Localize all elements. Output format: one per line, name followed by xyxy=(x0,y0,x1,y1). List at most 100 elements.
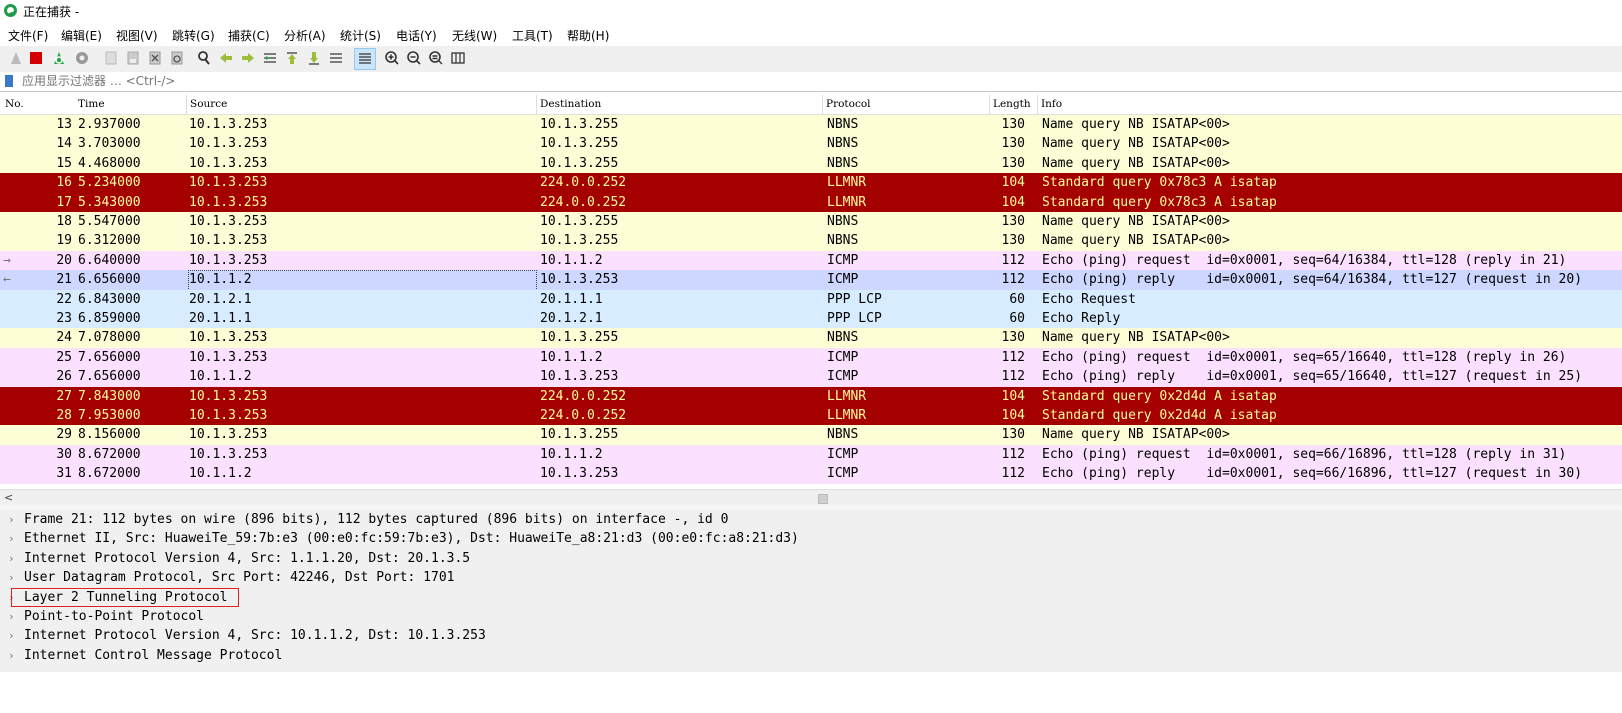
table-row[interactable]: 30 8.672000 10.1.3.253 10.1.1.2 ICMP 112 Echo … xyxy=(0,444,1622,465)
column-header-destination[interactable]: Destination xyxy=(540,98,601,110)
cell-no: 19 xyxy=(56,233,72,249)
detail-tree-item[interactable]: › User Datagram Protocol, Src Port: 42246… xyxy=(0,568,1622,588)
menu-go[interactable]: 跳转(G) xyxy=(172,27,215,44)
cell-time: 4.468000 xyxy=(78,155,141,171)
table-row[interactable]: 25 7.656000 10.1.3.253 10.1.1.2 ICMP 112 Echo … xyxy=(0,347,1622,368)
table-row[interactable]: 27 7.843000 10.1.3.253 224.0.0.252 LLMNR 104 S… xyxy=(0,386,1622,407)
detail-tree-item[interactable]: › Frame 21: 112 bytes on wire (896 bits),… xyxy=(0,510,1622,530)
resize-columns-icon[interactable] xyxy=(450,50,466,66)
cell-destination: 10.1.3.253 xyxy=(540,466,619,482)
chevron-right-icon[interactable]: › xyxy=(8,529,15,549)
last-packet-icon[interactable] xyxy=(306,50,322,66)
menu-view[interactable]: 视图(V) xyxy=(116,27,158,44)
column-header-info[interactable]: Info xyxy=(1041,98,1062,110)
table-row[interactable]: 13 2.937000 10.1.3.253 10.1.3.255 NBNS 130 Nam… xyxy=(0,115,1622,135)
menu-wireless[interactable]: 无线(W) xyxy=(452,27,497,44)
find-packet-icon[interactable] xyxy=(196,50,212,66)
table-row[interactable]: 24 7.078000 10.1.3.253 10.1.3.255 NBNS 130 Nam… xyxy=(0,328,1622,349)
chevron-right-icon[interactable]: › xyxy=(8,607,15,627)
stop-capture-icon[interactable] xyxy=(28,50,44,66)
table-row[interactable]: 17 5.343000 10.1.3.253 224.0.0.252 LLMNR 104 S… xyxy=(0,192,1622,213)
table-row[interactable]: ← 21 6.656000 10.1.1.2 10.1.3.253 ICMP 112 Echo… xyxy=(0,270,1622,292)
cell-info: Name query NB ISATAP<00> xyxy=(1042,233,1230,249)
cell-destination: 224.0.0.252 xyxy=(540,194,627,210)
cell-protocol: LLMNR xyxy=(827,175,867,191)
column-header-length[interactable]: Length xyxy=(993,98,1031,110)
capture-options-icon[interactable] xyxy=(74,50,90,66)
start-capture-icon[interactable] xyxy=(8,50,24,66)
cell-no: 14 xyxy=(56,136,72,152)
go-back-icon[interactable] xyxy=(218,50,234,66)
reload-file-icon[interactable] xyxy=(169,50,185,66)
bookmark-icon[interactable] xyxy=(5,75,13,87)
open-file-icon[interactable] xyxy=(103,50,119,66)
cell-source: 10.1.3.253 xyxy=(189,252,268,268)
table-row[interactable]: 22 6.843000 20.1.2.1 20.1.1.1 PPP LCP 60 Echo … xyxy=(0,289,1622,310)
detail-item-label: Ethernet II, Src: HuaweiTe_59:7b:e3 (00:… xyxy=(24,531,799,547)
table-row[interactable]: 14 3.703000 10.1.3.253 10.1.3.255 NBNS 130 Nam… xyxy=(0,134,1622,155)
focused-cell-outline xyxy=(188,270,537,292)
cell-destination: 10.1.1.2 xyxy=(540,349,603,365)
cell-info: Name query NB ISATAP<00> xyxy=(1042,214,1230,229)
scroll-left-icon[interactable]: < xyxy=(4,491,13,504)
menu-analyze[interactable]: 分析(A) xyxy=(284,27,326,44)
save-file-icon[interactable] xyxy=(125,50,141,66)
column-header-time[interactable]: Time xyxy=(78,98,105,110)
menu-edit[interactable]: 编辑(E) xyxy=(61,27,102,44)
cell-no: 15 xyxy=(56,155,72,171)
cell-info: Standard query 0x2d4d A isatap xyxy=(1042,388,1277,404)
detail-tree-item[interactable]: › Layer 2 Tunneling Protocol xyxy=(0,587,1622,608)
go-to-packet-icon[interactable] xyxy=(262,50,278,66)
zoom-out-icon[interactable] xyxy=(406,50,422,66)
column-header-protocol[interactable]: Protocol xyxy=(826,98,871,110)
table-row[interactable]: 31 8.672000 10.1.1.2 10.1.3.253 ICMP 112 Echo … xyxy=(0,464,1622,485)
column-header-source[interactable]: Source xyxy=(190,98,227,110)
colorize-icon[interactable] xyxy=(354,48,376,70)
table-row[interactable]: 23 6.859000 20.1.1.1 20.1.2.1 PPP LCP 60 Echo … xyxy=(0,309,1622,329)
detail-tree-item[interactable]: › Ethernet II, Src: HuaweiTe_59:7b:e3 (00… xyxy=(0,529,1622,549)
table-row[interactable]: → 20 6.640000 10.1.3.253 10.1.1.2 ICMP 112 Echo… xyxy=(0,250,1622,271)
detail-item-label: Point-to-Point Protocol xyxy=(24,609,205,624)
chevron-right-icon[interactable]: › xyxy=(8,510,15,530)
normal-size-icon[interactable] xyxy=(428,50,444,66)
chevron-right-icon[interactable]: › xyxy=(8,568,15,588)
chevron-right-icon[interactable]: › xyxy=(8,626,15,646)
first-packet-icon[interactable] xyxy=(284,50,300,66)
scrollbar-thumb[interactable] xyxy=(818,494,828,504)
cell-info: Echo (ping) request id=0x0001, seq=65/16… xyxy=(1042,349,1567,365)
table-row[interactable]: 19 6.312000 10.1.3.253 10.1.3.255 NBNS 130 Nam… xyxy=(0,231,1622,252)
cell-time: 6.859000 xyxy=(78,311,141,326)
table-row[interactable]: 15 4.468000 10.1.3.253 10.1.3.255 NBNS 130 Nam… xyxy=(0,153,1622,174)
cell-no: 24 xyxy=(56,330,72,346)
table-row[interactable]: 29 8.156000 10.1.3.253 10.1.3.255 NBNS 130 Nam… xyxy=(0,425,1622,446)
chevron-right-icon[interactable]: › xyxy=(8,549,15,569)
menu-telephony[interactable]: 电话(Y) xyxy=(396,27,437,44)
packet-list: No. Time Source Destination Protocol Len… xyxy=(0,95,1622,490)
go-forward-icon[interactable] xyxy=(240,50,256,66)
detail-tree-item[interactable]: › Point-to-Point Protocol xyxy=(0,607,1622,627)
menu-tools[interactable]: 工具(T) xyxy=(512,27,553,44)
close-file-icon[interactable] xyxy=(147,50,163,66)
chevron-right-icon[interactable]: › xyxy=(8,646,15,666)
menu-file[interactable]: 文件(F) xyxy=(8,27,48,44)
zoom-in-icon[interactable] xyxy=(384,50,400,66)
column-header-no[interactable]: No. xyxy=(5,98,24,110)
cell-info: Echo (ping) request id=0x0001, seq=66/16… xyxy=(1042,446,1567,462)
table-row[interactable]: 16 5.234000 10.1.3.253 224.0.0.252 LLMNR 104 S… xyxy=(0,173,1622,194)
detail-tree-item[interactable]: › Internet Control Message Protocol xyxy=(0,646,1622,666)
menu-help[interactable]: 帮助(H) xyxy=(567,27,609,44)
detail-tree-item[interactable]: › Internet Protocol Version 4, Src: 10.1.… xyxy=(0,626,1622,646)
packet-list-scrollbar[interactable]: < xyxy=(0,489,1622,506)
detail-tree-item[interactable]: › Internet Protocol Version 4, Src: 1.1.1… xyxy=(0,549,1622,569)
highlight-box xyxy=(11,587,239,607)
cell-protocol: NBNS xyxy=(827,155,859,171)
auto-scroll-icon[interactable] xyxy=(328,50,344,66)
menu-capture[interactable]: 捕获(C) xyxy=(228,27,270,44)
table-row[interactable]: 26 7.656000 10.1.1.2 10.1.3.253 ICMP 112 Echo … xyxy=(0,367,1622,388)
menu-statistics[interactable]: 统计(S) xyxy=(340,27,381,44)
cell-no: 25 xyxy=(56,349,72,365)
table-row[interactable]: 28 7.953000 10.1.3.253 224.0.0.252 LLMNR 104 S… xyxy=(0,406,1622,426)
restart-capture-icon[interactable] xyxy=(51,50,67,66)
table-row[interactable]: 18 5.547000 10.1.3.253 10.1.3.255 NBNS 130 Nam… xyxy=(0,212,1622,232)
display-filter-input[interactable] xyxy=(22,74,422,88)
